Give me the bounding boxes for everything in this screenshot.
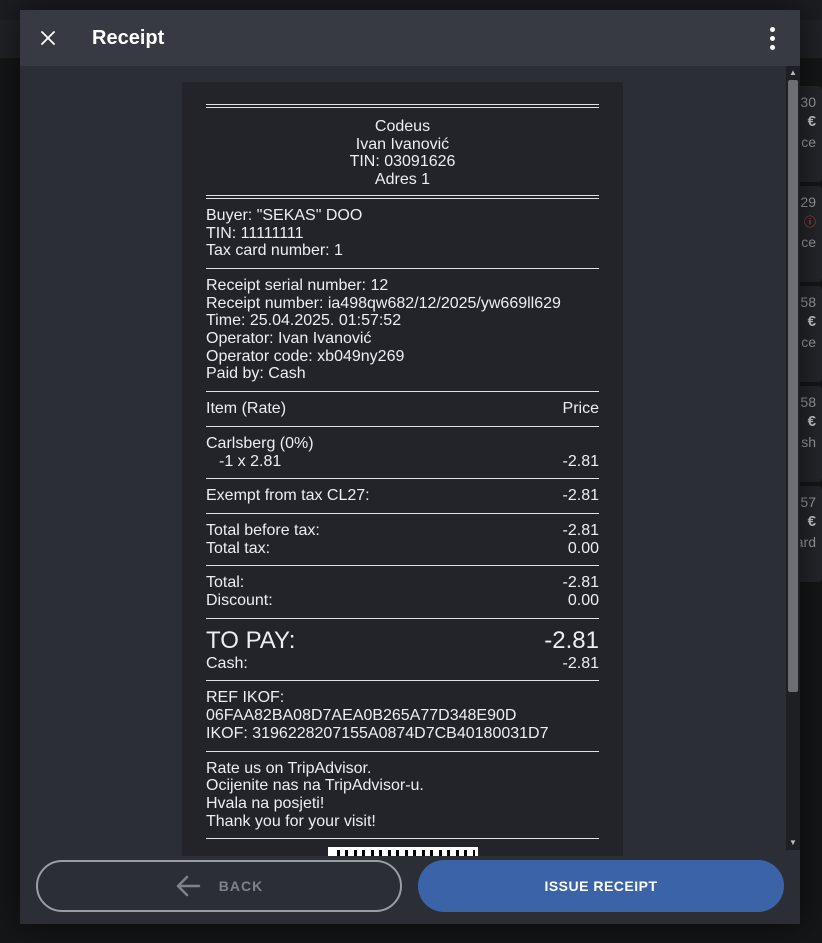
divider xyxy=(206,750,599,752)
divider xyxy=(206,838,599,840)
buyer-tin: TIN: 11111111 xyxy=(206,224,304,242)
scrollbar-thumb[interactable] xyxy=(788,80,798,692)
receipt-number: Receipt number: ia498qw682/12/2025/yw669… xyxy=(206,294,561,312)
receipt-header: Codeus Ivan Ivanović TIN: 03091626 Adres… xyxy=(206,118,599,189)
back-button[interactable]: BACK xyxy=(36,860,402,912)
close-button[interactable] xyxy=(36,26,60,50)
dialog-title: Receipt xyxy=(92,27,165,49)
ikof: IKOF: 3196228207155A0874D7CB40180031D7 xyxy=(206,724,549,742)
buyer-name: Buyer: "SEKAS" DOO xyxy=(206,206,363,224)
more-vertical-icon xyxy=(769,26,775,32)
to-pay-row: TO PAY: -2.81 xyxy=(206,626,599,654)
receipt-time: Time: 25.04.2025. 01:57:52 xyxy=(206,312,402,330)
receipt-scroll-area[interactable]: Codeus Ivan Ivanović TIN: 03091626 Adres… xyxy=(20,66,800,856)
company-tin: TIN: 03091626 xyxy=(349,153,456,171)
total-row: Total: -2.81 xyxy=(206,574,599,592)
dialog-footer: BACK ISSUE RECEIPT xyxy=(20,856,800,924)
receipt-serial: Receipt serial number: 12 xyxy=(206,276,389,294)
divider xyxy=(206,565,599,567)
cash-row: Cash: -2.81 xyxy=(206,654,599,672)
company-address: Adres 1 xyxy=(374,171,431,189)
receipt-info-section: Receipt serial number: 12 Receipt number… xyxy=(206,277,599,383)
operator: Operator: Ivan Ivanović xyxy=(206,330,372,348)
items-header: Item (Rate) Price xyxy=(206,400,599,418)
scroll-down-arrow-icon[interactable]: ▼ xyxy=(786,836,800,850)
divider xyxy=(206,512,599,514)
more-options-button[interactable] xyxy=(760,24,784,52)
fiscal-codes: REF IKOF: 06FAA82BA08D7AEA0B265A77D348E9… xyxy=(206,689,599,742)
line-item: Carlsberg (0%) -1 x 2.81 -2.81 xyxy=(206,435,599,470)
tax-card-number: Tax card number: 1 xyxy=(206,242,343,260)
receipt-dialog: Receipt Codeus Ivan Ivanović TIN: 030916… xyxy=(20,10,800,924)
dialog-header: Receipt xyxy=(20,10,800,66)
arrow-left-icon xyxy=(176,875,201,897)
divider xyxy=(206,617,599,619)
item-name: Carlsberg (0%) xyxy=(206,434,314,452)
issue-receipt-button[interactable]: ISSUE RECEIPT xyxy=(418,860,784,912)
receipt-footer-text: Rate us on TripAdvisor. Ocijenite nas na… xyxy=(206,759,424,830)
total-tax-row: Total tax: 0.00 xyxy=(206,539,599,557)
buyer-section: Buyer: "SEKAS" DOO TIN: 11111111 Tax car… xyxy=(206,207,599,260)
scrollbar[interactable]: ▲ ▼ xyxy=(786,66,800,850)
item-quantity: -1 x 2.81 xyxy=(219,452,282,470)
receipt-paper: Codeus Ivan Ivanović TIN: 03091626 Adres… xyxy=(182,82,623,856)
divider xyxy=(206,267,599,269)
ref-ikof: REF IKOF: 06FAA82BA08D7AEA0B265A77D348E9… xyxy=(206,689,517,725)
operator-code: Operator code: xb049ny269 xyxy=(206,347,405,365)
exempt-row: Exempt from tax CL27: -2.81 xyxy=(206,487,599,505)
company-name: Codeus xyxy=(374,118,431,135)
divider xyxy=(206,391,599,393)
double-divider xyxy=(206,104,599,108)
qr-code xyxy=(327,847,478,856)
close-icon xyxy=(41,31,55,45)
item-price: -2.81 xyxy=(562,452,599,470)
divider xyxy=(206,680,599,682)
scroll-up-arrow-icon[interactable]: ▲ xyxy=(786,66,800,80)
divider xyxy=(206,478,599,480)
owner-name: Ivan Ivanović xyxy=(355,135,450,153)
paid-by: Paid by: Cash xyxy=(206,365,306,383)
total-before-tax-row: Total before tax: -2.81 xyxy=(206,521,599,539)
double-divider xyxy=(206,194,599,199)
issue-receipt-label: ISSUE RECEIPT xyxy=(544,878,658,894)
discount-row: Discount: 0.00 xyxy=(206,592,599,610)
divider xyxy=(206,425,599,427)
back-button-label: BACK xyxy=(218,878,264,894)
